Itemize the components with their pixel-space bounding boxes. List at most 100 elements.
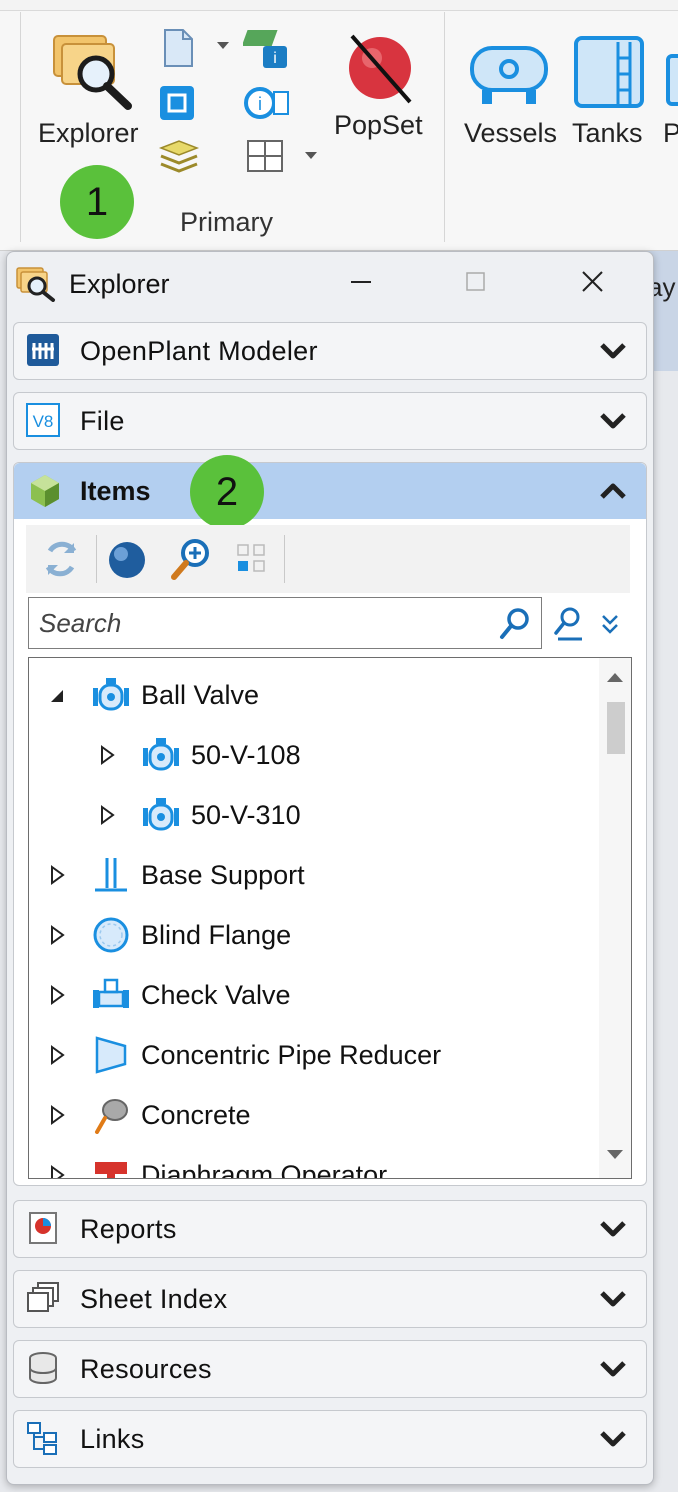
- expand-arrow-icon[interactable]: [47, 864, 67, 886]
- expand-arrow-icon[interactable]: [47, 984, 67, 1006]
- explorer-folder-search-icon: [53, 35, 132, 110]
- chevron-down-icon[interactable]: [598, 409, 628, 433]
- items-tree: Ball Valve 50-V-108 50-V-310 Base Suppor…: [28, 657, 632, 1179]
- section-label: Items: [80, 476, 151, 506]
- links-tree-icon: [27, 1422, 57, 1455]
- info-properties-icon[interactable]: i: [244, 84, 290, 122]
- ribbon-divider: [20, 12, 21, 242]
- close-button[interactable]: [571, 262, 615, 302]
- tree-item-label: Diaphragm Operator: [141, 1160, 388, 1179]
- vessels-ribbon-button[interactable]: Vessels: [460, 28, 560, 154]
- dropdown-arrow-icon[interactable]: [303, 150, 319, 162]
- expand-arrow-icon[interactable]: [47, 1104, 67, 1126]
- base-support-icon: [95, 858, 127, 892]
- maximize-button[interactable]: [453, 262, 497, 302]
- tree-item-label: Concrete: [141, 1100, 251, 1130]
- explorer-folder-search-icon: [16, 267, 55, 302]
- zoom-in-icon[interactable]: [166, 533, 216, 585]
- svg-text:i: i: [273, 50, 277, 67]
- refresh-icon[interactable]: [36, 533, 86, 585]
- chevron-down-icon[interactable]: [598, 1217, 628, 1241]
- chevron-up-icon[interactable]: [598, 479, 628, 503]
- tree-row[interactable]: Concrete: [29, 1090, 589, 1140]
- partial-label: P: [663, 118, 678, 148]
- openplant-icon: [27, 334, 59, 366]
- expand-arrow-icon[interactable]: [97, 744, 117, 766]
- tree-item-label: Check Valve: [141, 980, 291, 1010]
- tree-row[interactable]: Diaphragm Operator: [29, 1150, 589, 1179]
- section-reports[interactable]: Reports: [13, 1200, 647, 1258]
- user-search-icon[interactable]: [550, 605, 586, 643]
- info-layers-icon[interactable]: i: [243, 26, 289, 70]
- scroll-up-icon[interactable]: [605, 670, 625, 684]
- pipe-reducer-icon: [95, 1036, 127, 1074]
- expand-arrow-icon[interactable]: [47, 1164, 67, 1179]
- title-bar[interactable]: Explorer: [7, 252, 653, 314]
- tree-item-label: Ball Valve: [141, 680, 260, 710]
- primary-group-label: Primary: [180, 207, 273, 237]
- explorer-window: Explorer OpenPlant Modeler V8 File Items…: [6, 251, 654, 1485]
- search-input[interactable]: [37, 604, 481, 642]
- tree-row[interactable]: Check Valve: [29, 970, 589, 1020]
- search-icon[interactable]: [499, 606, 531, 640]
- toolbar-divider: [284, 535, 285, 583]
- expand-arrow-icon[interactable]: [47, 1044, 67, 1066]
- section-label: Links: [80, 1424, 145, 1454]
- minimize-button[interactable]: [339, 262, 383, 302]
- section-label: File: [80, 406, 125, 436]
- tree-row[interactable]: Ball Valve: [29, 670, 589, 720]
- tree-item-label: Concentric Pipe Reducer: [141, 1040, 442, 1070]
- ribbon: Explorer i i PopSet Vessels Tanks P Prim…: [0, 0, 678, 251]
- chevron-down-icon[interactable]: [598, 339, 628, 363]
- select-grid-icon[interactable]: [226, 533, 276, 585]
- svg-text:V8: V8: [33, 412, 54, 431]
- section-resources[interactable]: Resources: [13, 1340, 647, 1398]
- partial-ribbon-button[interactable]: P: [660, 28, 678, 154]
- expand-options-icon[interactable]: [598, 611, 622, 637]
- document-icon[interactable]: [160, 28, 196, 68]
- expand-arrow-icon[interactable]: [97, 804, 117, 826]
- grid-layout-icon[interactable]: [245, 138, 285, 174]
- items-header[interactable]: Items: [14, 463, 646, 519]
- collapse-arrow-icon[interactable]: [47, 684, 67, 706]
- popset-disabled-icon: [349, 34, 412, 104]
- section-items: Items 2 Ball Valve: [13, 455, 647, 1186]
- section-openplant-modeler[interactable]: OpenPlant Modeler: [13, 322, 647, 380]
- tree-row[interactable]: Base Support: [29, 850, 589, 900]
- diaphragm-operator-icon: [95, 1162, 127, 1178]
- tree-row[interactable]: Blind Flange: [29, 910, 589, 960]
- cube-icon[interactable]: [158, 84, 196, 122]
- database-icon: [29, 1352, 57, 1385]
- tree-scrollbar[interactable]: [599, 658, 631, 1178]
- valve-icon: [143, 738, 179, 771]
- tanks-ribbon-button[interactable]: Tanks: [570, 28, 652, 154]
- items-cube-icon: [31, 475, 59, 507]
- tanks-label: Tanks: [572, 118, 643, 148]
- toolbar-divider: [96, 535, 97, 583]
- chevron-down-icon[interactable]: [598, 1357, 628, 1381]
- scroll-down-icon[interactable]: [605, 1148, 625, 1162]
- search-box[interactable]: [28, 597, 542, 649]
- check-valve-icon: [93, 978, 129, 1008]
- tree-row[interactable]: Concentric Pipe Reducer: [29, 1030, 589, 1080]
- tree-row[interactable]: 50-V-108: [29, 730, 589, 780]
- section-sheet-index[interactable]: Sheet Index: [13, 1270, 647, 1328]
- explorer-ribbon-button[interactable]: Explorer: [34, 22, 150, 162]
- popset-ribbon-button[interactable]: PopSet: [332, 28, 430, 150]
- reports-icon: [29, 1212, 57, 1244]
- tree-row[interactable]: 50-V-310: [29, 790, 589, 840]
- step-badge-2: 2: [190, 455, 264, 529]
- expand-arrow-icon[interactable]: [47, 924, 67, 946]
- chevron-down-icon[interactable]: [598, 1427, 628, 1451]
- scrollbar-thumb[interactable]: [607, 702, 625, 754]
- section-file[interactable]: V8 File: [13, 392, 647, 450]
- chevron-down-icon[interactable]: [598, 1287, 628, 1311]
- tree-item-label: 50-V-310: [191, 800, 301, 830]
- section-label: Reports: [80, 1214, 177, 1244]
- layers-icon[interactable]: [158, 138, 200, 176]
- section-links[interactable]: Links: [13, 1410, 647, 1468]
- section-label: OpenPlant Modeler: [80, 336, 318, 366]
- dropdown-arrow-icon[interactable]: [215, 40, 231, 52]
- sphere-icon[interactable]: [102, 533, 152, 585]
- explorer-label: Explorer: [38, 118, 139, 148]
